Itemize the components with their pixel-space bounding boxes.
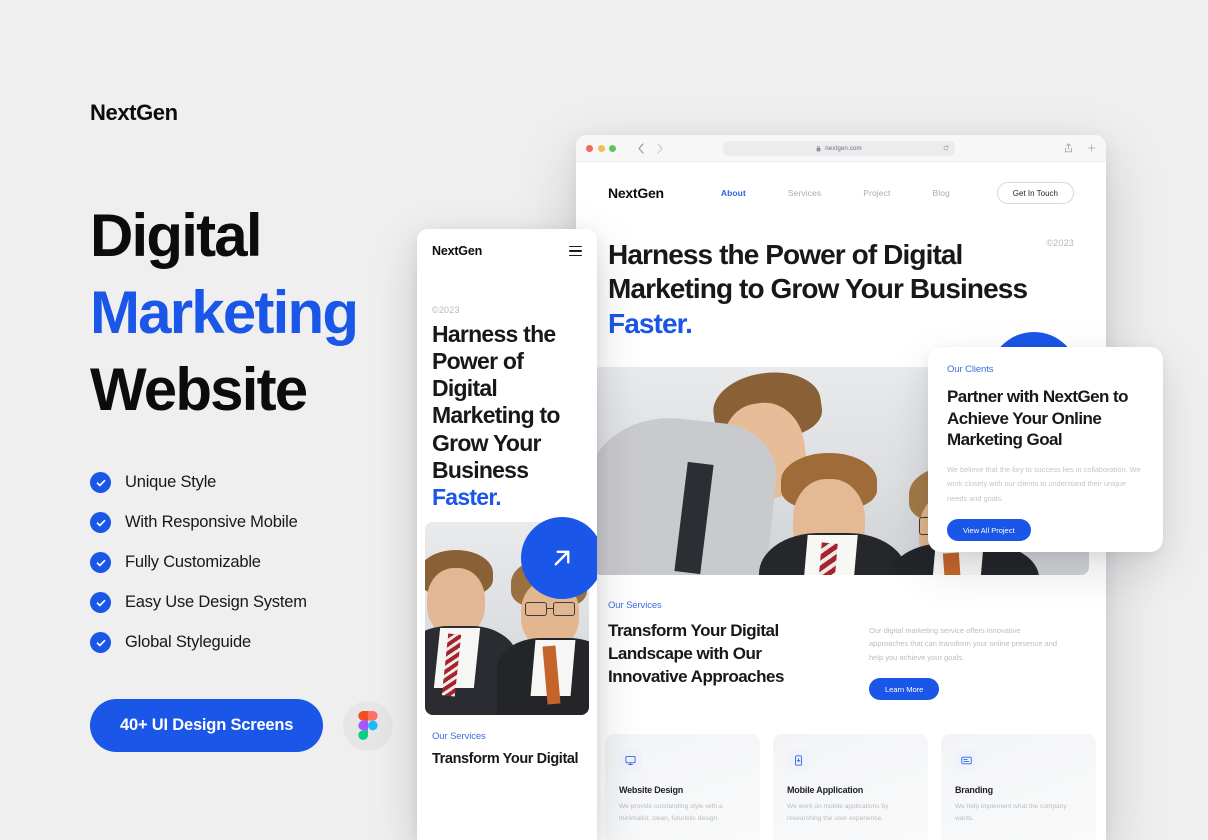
mobile-services-headline: Transform Your Digital (432, 751, 579, 767)
ui-design-screens-button[interactable]: 40+ UI Design Screens (90, 699, 324, 753)
clients-eyebrow: Our Clients (947, 364, 994, 375)
site-logo: NextGen (608, 185, 664, 201)
service-card-title: Mobile Application (787, 785, 864, 795)
learn-more-button[interactable]: Learn More (869, 678, 940, 701)
feature-label: Global Styleguide (125, 633, 251, 652)
hero-headline-main: Harness the Power of Digital Marketing t… (608, 239, 1028, 305)
hero-year-label: ©2023 (1046, 238, 1074, 248)
headline-line-2: Marketing (90, 278, 359, 346)
left-promo-panel: NextGen Digital Marketing Website Unique… (90, 100, 420, 753)
list-item: Global Styleguide (90, 632, 420, 654)
hero-headline-accent: Faster. (608, 307, 693, 339)
mobile-mockup: NextGen ©2023 Harness the Power of Digit… (417, 229, 597, 840)
arrow-up-right-icon[interactable] (521, 517, 597, 599)
window-traffic-lights (586, 144, 616, 152)
nav-link-blog[interactable]: Blog (932, 188, 949, 198)
clients-description: We believe that the key to success lies … (947, 464, 1141, 503)
nav-link-about[interactable]: About (721, 188, 746, 198)
mobile-topbar: NextGen (417, 229, 597, 273)
service-card-branding[interactable]: Branding We help implement what the comp… (941, 734, 1096, 840)
reload-icon[interactable] (943, 145, 949, 151)
hero-headline: Harness the Power of Digital Marketing t… (608, 238, 1028, 341)
mobile-logo: NextGen (432, 244, 483, 258)
minimize-window-button[interactable] (597, 144, 605, 152)
browser-chrome: nextgen.com (576, 135, 1106, 162)
check-icon (90, 472, 111, 494)
url-bar[interactable]: nextgen.com (723, 140, 955, 156)
chevron-right-icon[interactable] (656, 142, 664, 154)
check-icon (90, 632, 111, 654)
service-card-mobile-application[interactable]: Mobile Application We work on mobile app… (773, 734, 928, 840)
nav-link-project[interactable]: Project (863, 188, 890, 198)
url-text: nextgen.com (825, 144, 862, 152)
nav-link-services[interactable]: Services (788, 188, 821, 198)
feature-label: With Responsive Mobile (125, 513, 298, 532)
share-icon[interactable] (1064, 143, 1073, 153)
list-item: Fully Customizable (90, 552, 420, 574)
maximize-window-button[interactable] (609, 144, 616, 152)
mobile-services-eyebrow: Our Services (432, 731, 486, 742)
browser-chrome-actions (1064, 143, 1096, 153)
brand-logo: NextGen (90, 100, 178, 125)
list-item: Easy Use Design System (90, 592, 420, 614)
feature-list: Unique Style With Responsive Mobile Full… (90, 472, 420, 654)
hero-section: Harness the Power of Digital Marketing t… (576, 224, 1106, 341)
feature-label: Fully Customizable (125, 553, 261, 572)
headline-line-3: Website (90, 355, 308, 423)
cta-row: 40+ UI Design Screens (90, 699, 420, 753)
get-in-touch-button[interactable]: Get In Touch (996, 182, 1074, 204)
services-headline: Transform Your Digital Landscape with Ou… (608, 621, 784, 686)
figma-icon[interactable] (343, 700, 394, 751)
service-card-description: We provide outstanding style with a mini… (619, 803, 723, 822)
mobile-phone-icon (787, 749, 809, 771)
service-card-description: We help implement what the company wants… (955, 803, 1067, 822)
services-section: Our Services Transform Your Digital Land… (608, 600, 1074, 701)
site-navbar: NextGen About Services Project Blog Get … (576, 162, 1106, 224)
clients-headline: Partner with NextGen to Achieve Your Onl… (947, 387, 1129, 450)
plus-icon[interactable] (1087, 143, 1096, 153)
browser-nav-arrows (637, 142, 664, 154)
mobile-services-section: Our Services Transform Your Digital (432, 731, 592, 769)
chevron-left-icon[interactable] (637, 142, 645, 154)
service-card-website-design[interactable]: Website Design We provide outstanding st… (605, 734, 760, 840)
monitor-icon (619, 749, 641, 771)
mobile-hero-headline: Harness the Power of Digital Marketing t… (417, 321, 597, 511)
services-description: Our digital marketing service offers inn… (869, 626, 1058, 662)
page-title: Digital Marketing Website (90, 198, 420, 428)
list-item: With Responsive Mobile (90, 512, 420, 534)
hamburger-menu-icon[interactable] (569, 245, 582, 257)
check-icon (90, 512, 111, 534)
mobile-hero-accent: Faster. (432, 483, 502, 510)
mobile-hero-main: Harness the Power of Digital Marketing t… (432, 321, 560, 483)
feature-label: Unique Style (125, 473, 217, 492)
service-card-title: Website Design (619, 785, 684, 795)
card-icon (955, 749, 977, 771)
services-eyebrow: Our Services (608, 600, 662, 611)
headline-line-1: Digital (90, 202, 263, 269)
view-all-project-button[interactable]: View All Project (947, 519, 1031, 542)
our-clients-card: Our Clients Partner with NextGen to Achi… (928, 347, 1163, 552)
mobile-year-label: ©2023 (432, 305, 460, 315)
check-icon (90, 592, 111, 614)
list-item: Unique Style (90, 472, 420, 494)
service-card-description: We work on mobile applications by resear… (787, 803, 889, 822)
check-icon (90, 552, 111, 574)
nav-links: About Services Project Blog (721, 188, 950, 198)
lock-icon (816, 145, 821, 152)
feature-label: Easy Use Design System (125, 593, 307, 612)
service-card-title: Branding (955, 785, 993, 795)
close-window-button[interactable] (586, 144, 593, 152)
service-cards: Website Design We provide outstanding st… (605, 734, 1096, 840)
